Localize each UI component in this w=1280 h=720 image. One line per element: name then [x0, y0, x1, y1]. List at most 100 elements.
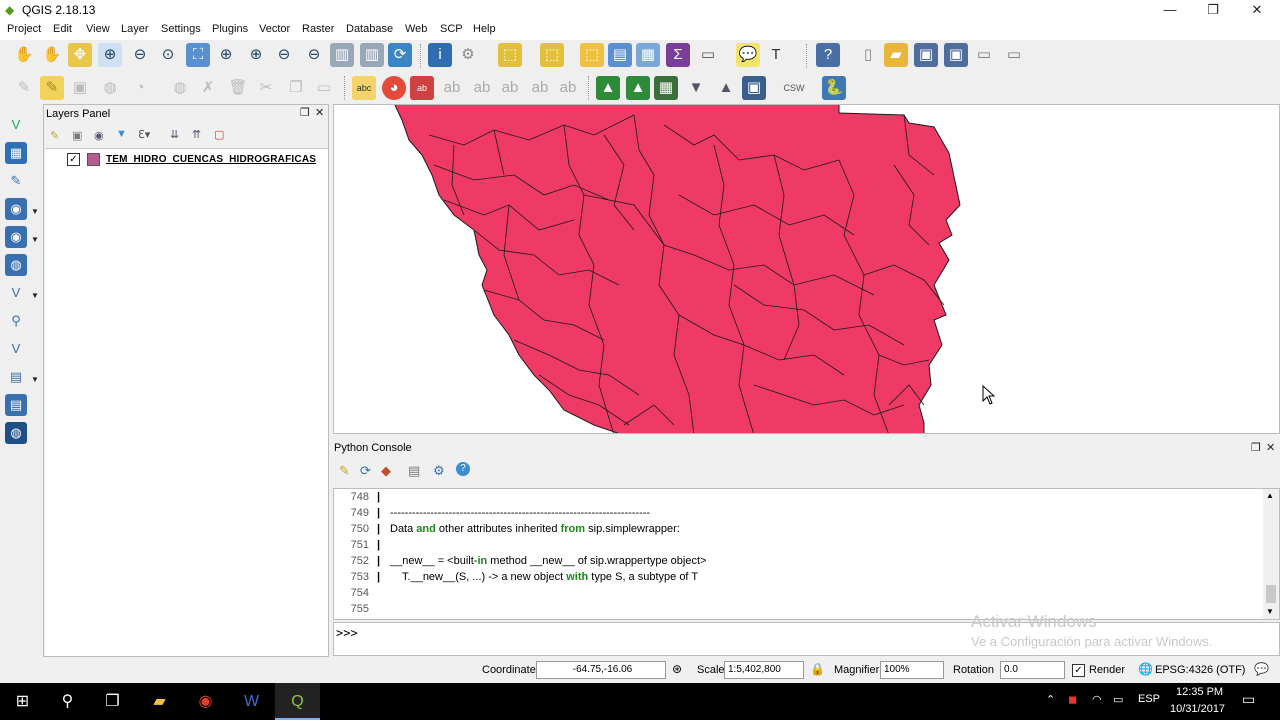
new-spatialite-icon[interactable]: ▤	[5, 366, 27, 388]
notifications-icon[interactable]: ▭	[1242, 691, 1255, 708]
help-icon[interactable]: ?	[456, 462, 470, 476]
qgis-taskbar-icon[interactable]: Q	[275, 683, 320, 720]
wifi-icon[interactable]: ◠	[1092, 693, 1102, 706]
close-button[interactable]: ✕	[1234, 0, 1280, 20]
scp-preview-icon[interactable]: ▼	[684, 76, 708, 100]
toggle-editing-icon[interactable]: ✎	[40, 76, 64, 100]
menu-vector[interactable]: Vector	[259, 23, 290, 35]
magnifier-spinbox[interactable]: 100%	[880, 661, 944, 679]
remove-layer-icon[interactable]: ▢	[214, 128, 224, 141]
crs-status[interactable]: EPSG:4326 (OTF)	[1155, 664, 1245, 676]
bookmark-icon[interactable]: ▥	[330, 43, 354, 67]
open-project-icon[interactable]: ▰	[884, 43, 908, 67]
style-manager-icon[interactable]: ✎	[50, 129, 59, 142]
search-icon[interactable]: ⚲	[45, 683, 90, 720]
close-panel-icon[interactable]: ✕	[315, 106, 324, 119]
scp-database-icon[interactable]: ▣	[742, 76, 766, 100]
paste-features-icon[interactable]: ▭	[312, 76, 336, 100]
show-hide-labels-icon[interactable]: ab	[470, 76, 494, 100]
add-postgis-layer-icon[interactable]: ◉	[5, 198, 27, 220]
zoom-scale-icon[interactable]: ⊙	[156, 43, 180, 67]
save-edits-icon[interactable]: ▣	[68, 76, 92, 100]
move-feature-icon[interactable]: ◍	[168, 76, 192, 100]
extents-toggle-icon[interactable]: ⊛	[672, 662, 682, 676]
add-raster-layer-icon[interactable]: ▦	[5, 142, 27, 164]
chevron-down-icon[interactable]: ▼	[31, 375, 39, 384]
coordinate-field[interactable]: -64.75,-16.06	[536, 661, 666, 679]
add-virtual-layer-icon[interactable]: ▤	[5, 394, 27, 416]
select-features-icon[interactable]: ⬚	[498, 43, 522, 67]
messages-icon[interactable]: 💬	[1254, 662, 1269, 676]
pan-map-icon[interactable]: ✋	[40, 43, 64, 67]
menu-settings[interactable]: Settings	[161, 23, 201, 35]
add-group-icon[interactable]: ▣	[72, 129, 82, 142]
word-icon[interactable]: W	[229, 683, 274, 720]
menu-database[interactable]: Database	[346, 23, 393, 35]
pin-labels-icon[interactable]: ab	[440, 76, 464, 100]
zoom-next-icon[interactable]: ⊖	[302, 43, 326, 67]
crs-globe-icon[interactable]: 🌐	[1138, 662, 1153, 676]
console-scrollbar[interactable]: ▲ ▼	[1263, 489, 1279, 619]
zoom-last-icon[interactable]: ⊖	[272, 43, 296, 67]
new-project-icon[interactable]: ▯	[856, 43, 880, 67]
pan-to-selection-icon[interactable]: ✥	[68, 43, 92, 67]
render-checkbox[interactable]: ✓	[1072, 664, 1085, 677]
highlight-labels-icon[interactable]: ab	[410, 76, 434, 100]
add-feature-icon[interactable]: ◍	[98, 76, 122, 100]
scale-combobox[interactable]: 1:5,402,800	[724, 661, 804, 679]
tray-overflow-icon[interactable]: ⌃	[1046, 693, 1055, 706]
layer-symbol-swatch[interactable]	[87, 153, 100, 166]
layer-diagram-icon[interactable]: ◕	[382, 76, 406, 100]
file-explorer-icon[interactable]: ▰	[137, 683, 182, 720]
expand-all-icon[interactable]: ⇊	[170, 128, 179, 141]
touch-zoom-icon[interactable]: ✋	[12, 43, 36, 67]
zoom-full-icon[interactable]: ⛶	[186, 43, 210, 67]
python-console-output[interactable]: 748 | 749 | ----------------------------…	[333, 488, 1280, 620]
settings-icon[interactable]: ⚙	[433, 463, 445, 479]
filter-expression-icon[interactable]: ℇ▾	[138, 128, 150, 141]
scrollbar-thumb[interactable]	[1266, 585, 1276, 603]
scroll-up-icon[interactable]: ▲	[1266, 491, 1274, 500]
clear-console-icon[interactable]: ✎	[339, 463, 350, 479]
manage-visibility-icon[interactable]: ◉	[94, 129, 104, 142]
menu-web[interactable]: Web	[405, 23, 427, 35]
menu-edit[interactable]: Edit	[53, 23, 72, 35]
layer-item[interactable]: ✓ TEM_HIDRO_CUENCAS_HIDROGRAFICAS	[45, 152, 328, 168]
statistics-icon[interactable]: Σ	[666, 43, 690, 67]
copy-features-icon[interactable]: ❐	[284, 76, 308, 100]
field-calculator-icon[interactable]: ▦	[636, 43, 660, 67]
menu-view[interactable]: View	[86, 23, 110, 35]
save-project-icon[interactable]: ▣	[914, 43, 938, 67]
menu-scp[interactable]: SCP	[440, 23, 463, 35]
zoom-in-icon[interactable]: ⊕	[98, 43, 122, 67]
windows-start-icon[interactable]: ⊞	[0, 683, 45, 720]
cut-features-icon[interactable]: ✂	[254, 76, 278, 100]
refresh-icon[interactable]: ⟳	[388, 43, 412, 67]
lock-scale-icon[interactable]: 🔒	[810, 662, 825, 676]
rotation-spinbox[interactable]: 0.0	[1000, 661, 1065, 679]
deselect-icon[interactable]: ⬚	[580, 43, 604, 67]
save-as-icon[interactable]: ▣	[944, 43, 968, 67]
move-label-icon[interactable]: ab	[498, 76, 522, 100]
map-canvas[interactable]	[333, 104, 1280, 434]
map-tips-icon[interactable]: 💬	[736, 43, 760, 67]
add-circular-string-icon[interactable]: ◔	[128, 76, 152, 100]
scp-band-set-icon[interactable]: ▲	[596, 76, 620, 100]
layer-visibility-checkbox[interactable]: ✓	[67, 153, 80, 166]
layer-labeling-icon[interactable]: abc	[352, 76, 376, 100]
battery-icon[interactable]: ▭	[1113, 693, 1123, 706]
scp-roi-icon[interactable]: ▲	[626, 76, 650, 100]
show-editor-icon[interactable]: ▤	[408, 463, 420, 479]
chevron-down-icon[interactable]: ▼	[31, 235, 39, 244]
change-label-icon[interactable]: ab	[556, 76, 580, 100]
close-panel-icon[interactable]: ✕	[1266, 441, 1275, 454]
composer-manager-icon[interactable]: ▭	[1002, 43, 1026, 67]
import-class-icon[interactable]: ⟳	[360, 463, 371, 479]
new-composer-icon[interactable]: ▭	[972, 43, 996, 67]
collapse-all-icon[interactable]: ⇈	[192, 128, 201, 141]
python-console-icon[interactable]: 🐍	[822, 76, 846, 100]
layer-name[interactable]: TEM_HIDRO_CUENCAS_HIDROGRAFICAS	[106, 154, 316, 165]
menu-raster[interactable]: Raster	[302, 23, 334, 35]
add-oracle-layer-icon[interactable]: ◍	[5, 422, 27, 444]
csw-icon[interactable]: CSW	[782, 76, 806, 100]
